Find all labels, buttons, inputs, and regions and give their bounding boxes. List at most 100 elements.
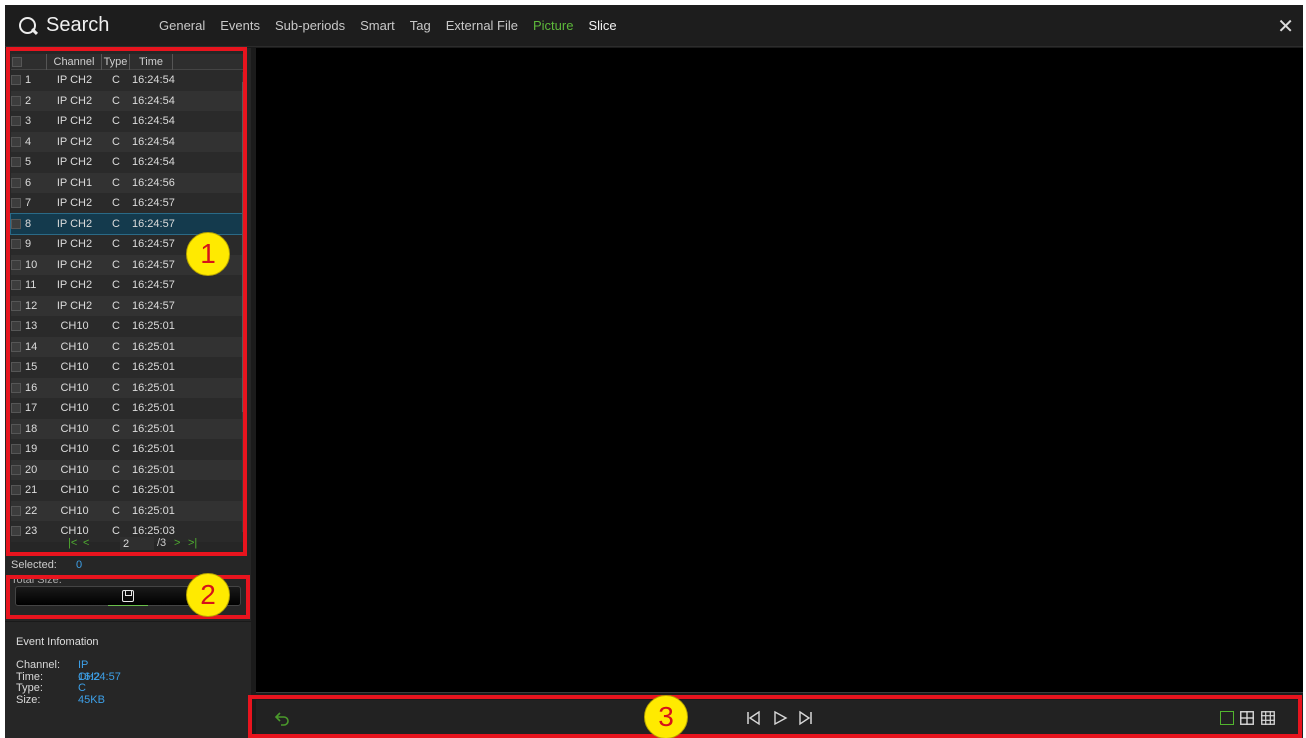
row-checkbox[interactable]: [11, 75, 21, 86]
table-row[interactable]: 19 CH10 C 16:25:01: [11, 439, 245, 460]
tab-smart[interactable]: Smart: [360, 18, 395, 33]
layout-3x3-icon[interactable]: [1261, 711, 1275, 725]
row-checkbox[interactable]: [11, 136, 21, 147]
row-checkbox[interactable]: [11, 280, 21, 291]
select-all-checkbox[interactable]: [12, 56, 22, 67]
row-checkbox[interactable]: [11, 444, 21, 455]
row-checkbox[interactable]: [11, 157, 21, 168]
table-row[interactable]: 2 IP CH2 C 16:24:54: [11, 90, 245, 111]
row-number: 15: [25, 361, 38, 374]
row-checkbox[interactable]: [11, 95, 21, 106]
row-checkbox[interactable]: [11, 341, 21, 352]
back-icon[interactable]: [274, 710, 290, 726]
tab-general[interactable]: General: [159, 18, 205, 33]
row-checkbox[interactable]: [11, 423, 21, 434]
row-checkbox[interactable]: [11, 218, 21, 229]
row-checkbox[interactable]: [11, 382, 21, 393]
tab-picture[interactable]: Picture: [533, 18, 573, 33]
row-checkbox[interactable]: [11, 321, 21, 332]
row-checkbox[interactable]: [11, 116, 21, 127]
table-row[interactable]: 3 IP CH2 C 16:24:54: [11, 111, 245, 132]
row-time: 16:25:03: [132, 525, 175, 538]
first-page-button[interactable]: |<: [68, 537, 77, 549]
row-time: 16:25:01: [132, 504, 175, 517]
last-page-button[interactable]: >|: [188, 537, 197, 549]
layout-2x2-icon[interactable]: [1240, 711, 1254, 725]
row-type: C: [112, 381, 120, 394]
row-checkbox-cell: [11, 75, 23, 86]
table-row[interactable]: 20 CH10 C 16:25:01: [11, 459, 245, 480]
table-row[interactable]: 4 IP CH2 C 16:24:54: [11, 131, 245, 152]
tab-external-file[interactable]: External File: [446, 18, 518, 33]
row-number: 4: [25, 135, 32, 148]
annotation-badge-3: 3: [644, 695, 688, 738]
table-row[interactable]: 18 CH10 C 16:25:01: [11, 418, 245, 439]
skip-next-icon[interactable]: [798, 710, 814, 726]
skip-previous-icon[interactable]: [745, 710, 761, 726]
preview-divider: [256, 692, 1303, 693]
table-scrollbar[interactable]: [242, 72, 245, 532]
layout-1x1-icon[interactable]: [1220, 711, 1234, 725]
table-row[interactable]: 8 IP CH2 C 16:24:57: [10, 212, 246, 235]
prev-page-button[interactable]: <: [83, 537, 89, 549]
play-icon[interactable]: [772, 710, 788, 726]
row-checkbox[interactable]: [11, 485, 21, 496]
tab-sub-periods[interactable]: Sub-periods: [275, 18, 345, 33]
row-type: C: [112, 422, 120, 435]
column-header-channel[interactable]: Channel: [47, 53, 102, 70]
column-header-time[interactable]: Time: [130, 53, 173, 70]
close-icon[interactable]: ✕: [1277, 14, 1294, 39]
table-row[interactable]: 11 IP CH2 C 16:24:57: [11, 275, 245, 296]
row-checkbox[interactable]: [11, 526, 21, 537]
row-number: 12: [25, 299, 38, 312]
row-checkbox-cell: [11, 444, 23, 455]
row-number: 5: [25, 156, 32, 169]
tab-events[interactable]: Events: [220, 18, 260, 33]
selected-label: Selected:: [11, 559, 57, 571]
row-checkbox[interactable]: [11, 362, 21, 373]
table-row[interactable]: 21 CH10 C 16:25:01: [11, 480, 245, 501]
row-number: 16: [25, 381, 38, 394]
tab-tag[interactable]: Tag: [410, 18, 431, 33]
row-checkbox-cell: [11, 116, 23, 127]
table-row[interactable]: 12 IP CH2 C 16:24:57: [11, 295, 245, 316]
table-row[interactable]: 7 IP CH2 C 16:24:57: [11, 193, 245, 214]
row-number: 9: [25, 238, 32, 251]
scrollbar-thumb[interactable]: [242, 82, 245, 412]
table-row[interactable]: 5 IP CH2 C 16:24:54: [11, 152, 245, 173]
row-number: 22: [25, 504, 38, 517]
table-row[interactable]: 1 IP CH2 C 16:24:54: [11, 70, 245, 91]
row-time: 16:24:54: [132, 156, 175, 169]
table-row[interactable]: 15 CH10 C 16:25:01: [11, 357, 245, 378]
page-number-input[interactable]: [120, 537, 154, 550]
table-row[interactable]: 16 CH10 C 16:25:01: [11, 377, 245, 398]
row-checkbox-cell: [11, 300, 23, 311]
time-label: Time:: [16, 670, 44, 683]
event-info-size: Size: 45KB: [16, 694, 105, 707]
row-checkbox[interactable]: [11, 259, 21, 270]
row-checkbox[interactable]: [11, 300, 21, 311]
row-checkbox[interactable]: [11, 464, 21, 475]
row-channel: IP CH2: [56, 156, 93, 169]
row-type: C: [112, 525, 120, 538]
row-checkbox[interactable]: [11, 403, 21, 414]
picture-preview[interactable]: [256, 48, 1303, 692]
row-checkbox[interactable]: [11, 505, 21, 516]
row-channel: CH10: [60, 320, 89, 333]
table-row[interactable]: 6 IP CH1 C 16:24:56: [11, 172, 245, 193]
row-checkbox-cell: [11, 136, 23, 147]
row-checkbox-cell: [11, 95, 23, 106]
row-checkbox[interactable]: [11, 198, 21, 209]
table-row[interactable]: 14 CH10 C 16:25:01: [11, 336, 245, 357]
selected-value: 0: [76, 559, 83, 571]
column-header-type[interactable]: Type: [102, 53, 130, 70]
table-row[interactable]: 22 CH10 C 16:25:01: [11, 500, 245, 521]
table-row[interactable]: 13 CH10 C 16:25:01: [11, 316, 245, 337]
row-checkbox[interactable]: [11, 239, 21, 250]
table-row[interactable]: 17 CH10 C 16:25:01: [11, 398, 245, 419]
row-time: 16:24:57: [132, 279, 175, 292]
row-channel: CH10: [60, 484, 89, 497]
tab-slice[interactable]: Slice: [588, 18, 616, 33]
next-page-button[interactable]: >: [174, 537, 180, 549]
row-checkbox[interactable]: [11, 177, 21, 188]
